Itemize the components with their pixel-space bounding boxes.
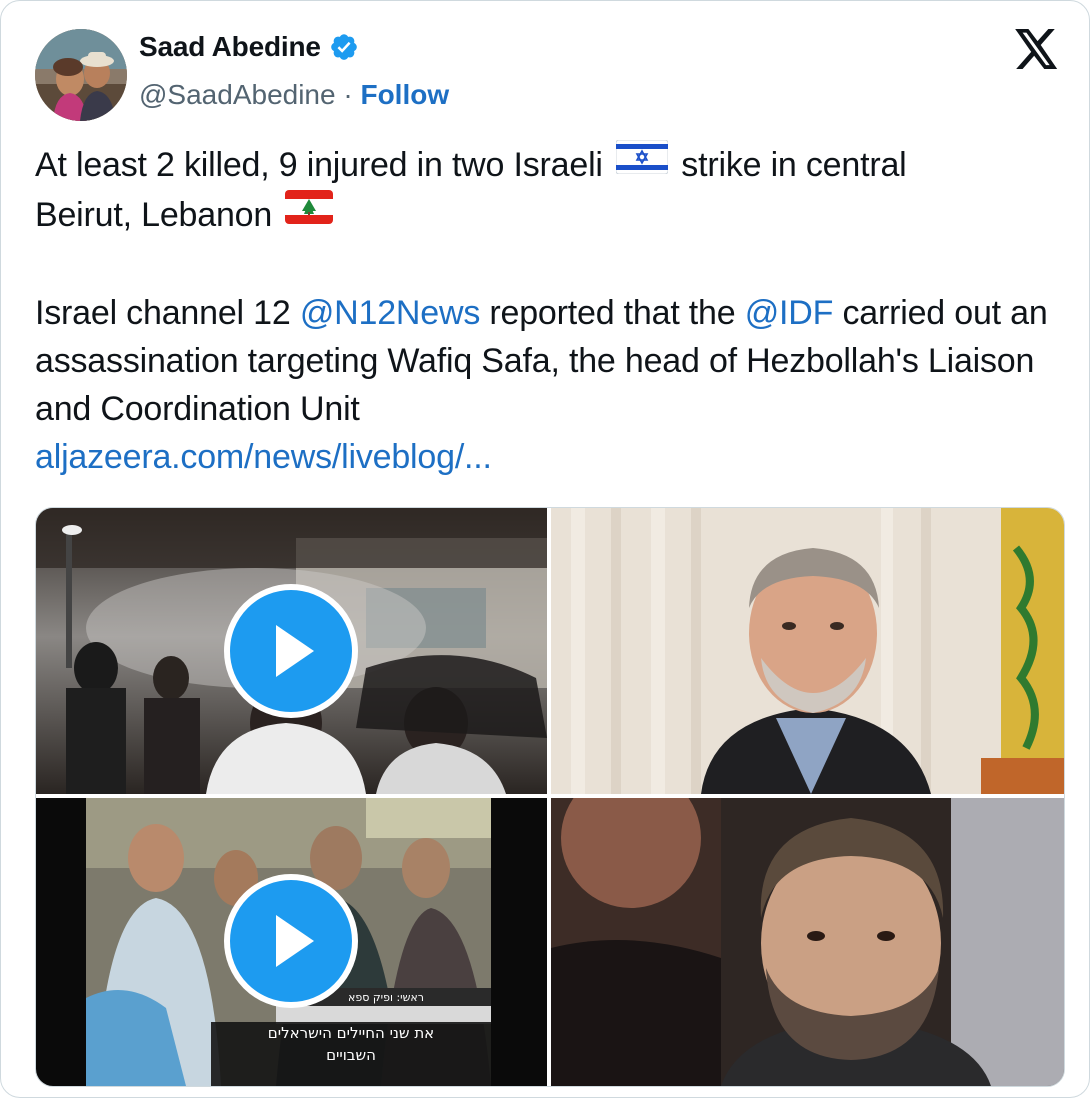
media-photo-2[interactable] <box>551 798 1064 1086</box>
author-name-row: Saad Abedine <box>139 31 359 63</box>
verified-badge-icon <box>329 32 359 62</box>
play-icon[interactable] <box>224 584 358 718</box>
portrait-photo-2 <box>551 798 1064 1086</box>
israel-flag-icon <box>615 139 669 187</box>
play-icon[interactable] <box>224 874 358 1008</box>
tweet-card: Saad Abedine @SaadAbedine · Follow At le… <box>0 0 1090 1098</box>
tweet-text-segment: At least 2 killed, 9 injured in two Isra… <box>35 146 603 184</box>
tweet-text-segment: reported that the <box>480 294 745 333</box>
author-handle-row: @SaadAbedine · Follow <box>139 79 449 111</box>
tweet-paragraph-1: At least 2 killed, 9 injured in two Isra… <box>35 139 1065 241</box>
author-name[interactable]: Saad Abedine <box>139 31 321 63</box>
tweet-text-segment: Israel channel 12 <box>35 294 300 333</box>
tweet-text-segment: strike in central <box>681 146 907 184</box>
follow-button[interactable]: Follow <box>360 79 449 110</box>
handle-separator: · <box>335 79 361 110</box>
media-video-1[interactable] <box>36 508 547 794</box>
mention-idf-link[interactable]: @IDF <box>745 294 834 332</box>
author-handle[interactable]: @SaadAbedine <box>139 79 336 110</box>
lebanon-flag-icon <box>285 189 334 237</box>
portrait-photo-1 <box>551 508 1064 794</box>
video-caption-line-1: את שני החיילים הישראלים <box>267 1024 435 1042</box>
media-grid: ראשי: ופיק ספא את שני החיילים הישראלים ה… <box>35 507 1065 1087</box>
mention-n12news-link[interactable]: @N12News <box>300 294 481 332</box>
media-video-2[interactable]: ראשי: ופיק ספא את שני החיילים הישראלים ה… <box>36 798 547 1086</box>
tweet-paragraph-2: Israel channel 12 @N12News reported that… <box>35 289 1065 481</box>
tweet-text-segment: Beirut, Lebanon <box>35 196 273 235</box>
article-link[interactable]: aljazeera.com/news/liveblog/... <box>35 438 492 476</box>
media-photo-1[interactable] <box>551 508 1064 794</box>
tweet-text: At least 2 killed, 9 injured in two Isra… <box>35 139 1065 481</box>
video-caption-line-2: השבויים <box>326 1046 376 1064</box>
avatar[interactable] <box>35 29 127 121</box>
x-logo-icon[interactable] <box>1015 29 1059 69</box>
